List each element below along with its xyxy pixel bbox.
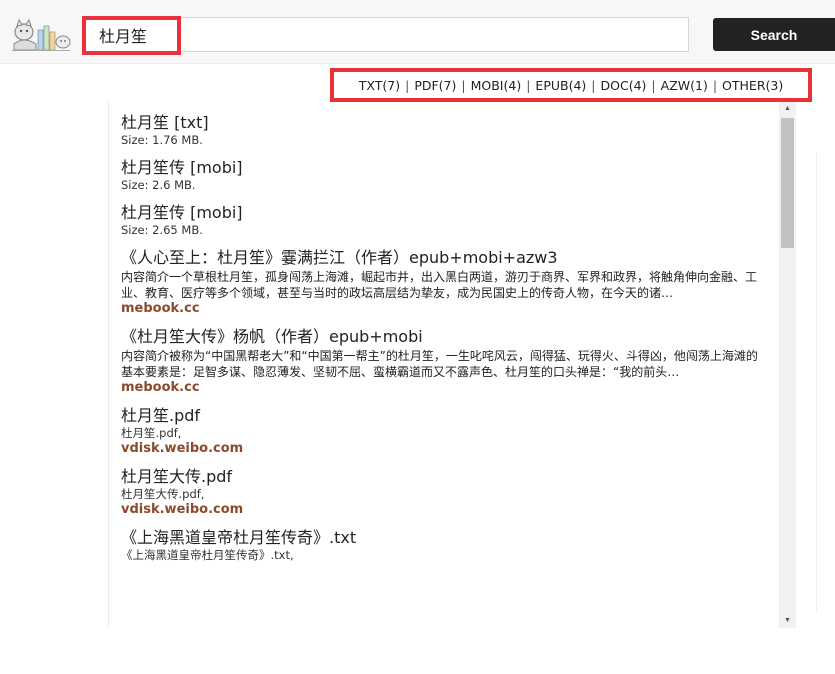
filter-separator: | — [591, 77, 596, 93]
result-size: Size: 2.65 MB. — [121, 223, 203, 237]
result-item: 杜月笙.pdf 杜月笙.pdf, vdisk.weibo.com — [121, 405, 761, 457]
result-item: 杜月笙大传.pdf 杜月笙大传.pdf, vdisk.weibo.com — [121, 466, 761, 518]
result-item: 杜月笙传 [mobi] Size: 2.65 MB. — [121, 202, 761, 238]
result-description: 内容简介一个草根杜月笙，孤身闯荡上海滩，崛起市井，出入黑白两道，游刃于商界、军界… — [121, 270, 758, 300]
result-title[interactable]: 杜月笙 [txt] — [121, 112, 761, 133]
result-item: 《人心至上：杜月笙》霎满拦江（作者）epub+mobi+azw3 内容简介一个草… — [121, 247, 761, 317]
logo-icon[interactable] — [8, 14, 72, 54]
results-panel: 杜月笙 [txt] Size: 1.76 MB. 杜月笙传 [mobi] Siz… — [108, 102, 796, 628]
filter-azw[interactable]: AZW(1) — [661, 78, 708, 93]
search-button[interactable]: Search — [713, 18, 835, 51]
format-filter-bar: TXT(7) | PDF(7) | MOBI(4) | EPUB(4) | DO… — [330, 68, 812, 102]
scroll-down-icon[interactable]: ▼ — [779, 614, 796, 628]
filter-mobi[interactable]: MOBI(4) — [471, 78, 522, 93]
result-title[interactable]: 杜月笙.pdf — [121, 405, 761, 426]
result-size: Size: 1.76 MB. — [121, 133, 203, 147]
result-item: 杜月笙传 [mobi] Size: 2.6 MB. — [121, 157, 761, 193]
result-filename: 杜月笙.pdf, — [121, 426, 182, 440]
result-title[interactable]: 杜月笙传 [mobi] — [121, 157, 761, 178]
results-list: 杜月笙 [txt] Size: 1.76 MB. 杜月笙传 [mobi] Siz… — [121, 112, 761, 572]
divider — [816, 152, 817, 612]
filter-pdf[interactable]: PDF(7) — [414, 78, 456, 93]
result-filename: 《上海黑道皇帝杜月笙传奇》.txt, — [121, 548, 294, 562]
results-scrollbar[interactable]: ▲ ▼ — [779, 102, 796, 628]
result-size: Size: 2.6 MB. — [121, 178, 196, 192]
filter-doc[interactable]: DOC(4) — [601, 78, 647, 93]
filter-txt[interactable]: TXT(7) — [359, 78, 400, 93]
search-box[interactable] — [82, 17, 689, 52]
result-title[interactable]: 杜月笙大传.pdf — [121, 466, 761, 487]
result-title[interactable]: 杜月笙传 [mobi] — [121, 202, 761, 223]
result-source-link[interactable]: vdisk.weibo.com — [121, 502, 761, 518]
header: Search — [0, 0, 835, 64]
result-title[interactable]: 《杜月笙大传》杨帆（作者）epub+mobi — [121, 326, 761, 347]
result-source-link[interactable]: mebook.cc — [121, 380, 761, 396]
filter-epub[interactable]: EPUB(4) — [535, 78, 586, 93]
result-title[interactable]: 《上海黑道皇帝杜月笙传奇》.txt — [121, 527, 761, 548]
filter-separator: | — [405, 77, 410, 93]
filter-separator: | — [461, 77, 466, 93]
result-item: 杜月笙 [txt] Size: 1.76 MB. — [121, 112, 761, 148]
result-filename: 杜月笙大传.pdf, — [121, 487, 205, 501]
result-source-link[interactable]: mebook.cc — [121, 301, 761, 317]
result-title[interactable]: 《人心至上：杜月笙》霎满拦江（作者）epub+mobi+azw3 — [121, 247, 761, 268]
filter-separator: | — [712, 77, 718, 93]
result-item: 《上海黑道皇帝杜月笙传奇》.txt 《上海黑道皇帝杜月笙传奇》.txt, — [121, 527, 761, 563]
filter-separator: | — [651, 77, 656, 93]
scroll-up-icon[interactable]: ▲ — [779, 102, 796, 116]
filter-separator: | — [526, 77, 531, 93]
search-input[interactable] — [83, 18, 688, 51]
scrollbar-thumb[interactable] — [781, 118, 794, 248]
result-description: 内容简介被称为“中国黑帮老大”和“中国第一帮主”的杜月笙，一生叱咤风云，闯得猛、… — [121, 349, 758, 379]
result-item: 《杜月笙大传》杨帆（作者）epub+mobi 内容简介被称为“中国黑帮老大”和“… — [121, 326, 761, 396]
result-source-link[interactable]: vdisk.weibo.com — [121, 441, 761, 457]
filter-other[interactable]: OTHER(3) — [722, 78, 783, 93]
